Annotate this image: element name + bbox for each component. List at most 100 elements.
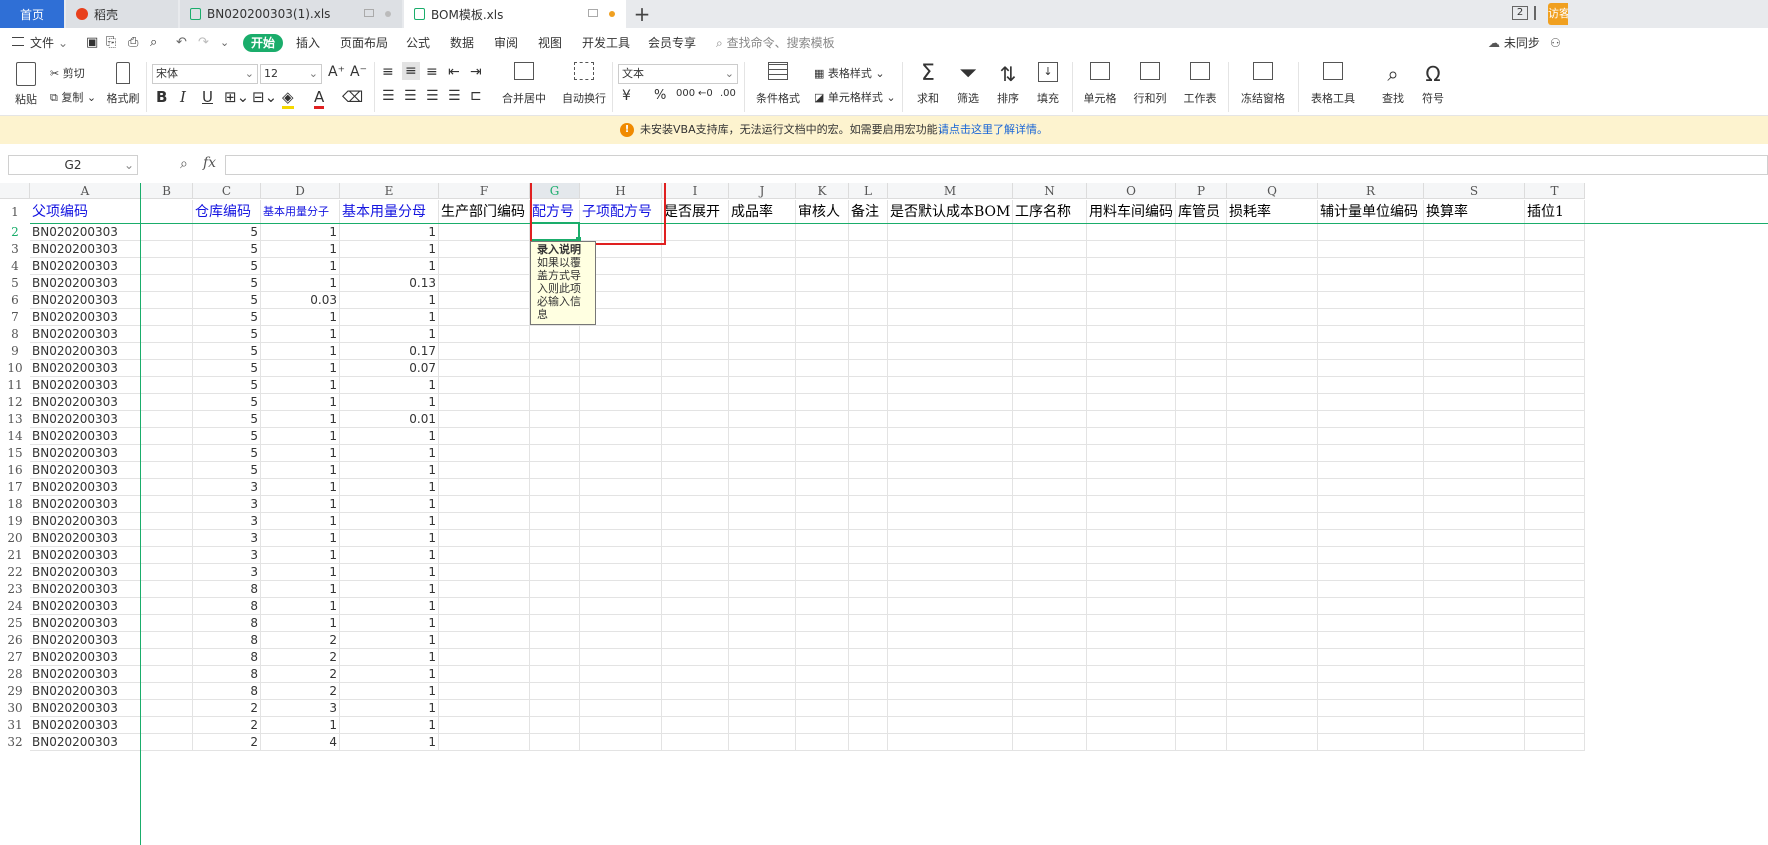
empty-cell[interactable] bbox=[1318, 479, 1424, 496]
empty-cell[interactable] bbox=[1087, 581, 1176, 598]
empty-cell[interactable] bbox=[1176, 683, 1227, 700]
empty-cell[interactable] bbox=[1318, 275, 1424, 292]
empty-cell[interactable] bbox=[849, 326, 888, 343]
empty-cell[interactable] bbox=[796, 700, 849, 717]
empty-cell[interactable] bbox=[729, 666, 796, 683]
empty-cell[interactable] bbox=[796, 598, 849, 615]
empty-cell[interactable] bbox=[1424, 564, 1525, 581]
empty-cell[interactable] bbox=[141, 598, 193, 615]
increase-font-icon[interactable]: A⁺ bbox=[328, 64, 345, 80]
empty-cell[interactable] bbox=[1227, 547, 1318, 564]
empty-cell[interactable] bbox=[849, 258, 888, 275]
name-box[interactable]: G2 ⌄ bbox=[8, 155, 138, 175]
empty-cell[interactable] bbox=[530, 649, 580, 666]
empty-cell[interactable] bbox=[1424, 224, 1525, 241]
empty-cell[interactable] bbox=[662, 632, 729, 649]
cell-c[interactable]: 5 bbox=[193, 394, 261, 411]
sync-status[interactable]: ☁ 未同步 bbox=[1488, 28, 1540, 58]
empty-cell[interactable] bbox=[849, 411, 888, 428]
empty-cell[interactable] bbox=[1176, 700, 1227, 717]
empty-cell[interactable] bbox=[796, 632, 849, 649]
empty-cell[interactable] bbox=[849, 530, 888, 547]
column-header-i[interactable]: I bbox=[662, 183, 729, 199]
empty-cell[interactable] bbox=[888, 326, 1013, 343]
column-header-f[interactable]: F bbox=[439, 183, 530, 199]
row-header[interactable]: 17 bbox=[0, 479, 30, 496]
empty-cell[interactable] bbox=[662, 530, 729, 547]
empty-cell[interactable] bbox=[1525, 479, 1585, 496]
cell-a[interactable]: BN020200303 bbox=[30, 700, 141, 717]
command-search[interactable]: ⌕ 查找命令、搜索模板 bbox=[716, 28, 835, 58]
empty-cell[interactable] bbox=[1013, 411, 1087, 428]
empty-cell[interactable] bbox=[530, 666, 580, 683]
empty-cell[interactable] bbox=[662, 445, 729, 462]
empty-cell[interactable] bbox=[662, 496, 729, 513]
table-tools-button[interactable]: 表格工具 bbox=[1306, 62, 1360, 106]
empty-cell[interactable] bbox=[888, 258, 1013, 275]
empty-cell[interactable] bbox=[141, 632, 193, 649]
cell-d[interactable]: 2 bbox=[261, 649, 340, 666]
empty-cell[interactable] bbox=[1318, 462, 1424, 479]
empty-cell[interactable] bbox=[1013, 309, 1087, 326]
cell-c[interactable]: 5 bbox=[193, 258, 261, 275]
sidebar-icon[interactable] bbox=[1534, 6, 1546, 20]
empty-cell[interactable] bbox=[1318, 700, 1424, 717]
empty-cell[interactable] bbox=[1525, 241, 1585, 258]
cell-d[interactable]: 1 bbox=[261, 224, 340, 241]
empty-cell[interactable] bbox=[1176, 513, 1227, 530]
empty-cell[interactable] bbox=[1176, 377, 1227, 394]
column-header-r[interactable]: R bbox=[1318, 183, 1424, 199]
empty-cell[interactable] bbox=[729, 377, 796, 394]
cell-a[interactable]: BN020200303 bbox=[30, 513, 141, 530]
cell-a[interactable]: BN020200303 bbox=[30, 377, 141, 394]
empty-cell[interactable] bbox=[1013, 734, 1087, 751]
header-cell-o[interactable]: 用料车间编码 bbox=[1087, 200, 1176, 224]
cell-c[interactable]: 5 bbox=[193, 462, 261, 479]
column-header-j[interactable]: J bbox=[729, 183, 796, 199]
align-top-icon[interactable]: ≡ bbox=[382, 64, 394, 80]
empty-cell[interactable] bbox=[1318, 581, 1424, 598]
empty-cell[interactable] bbox=[662, 683, 729, 700]
empty-cell[interactable] bbox=[729, 683, 796, 700]
cell-e[interactable]: 1 bbox=[340, 564, 439, 581]
cell-a[interactable]: BN020200303 bbox=[30, 734, 141, 751]
cell-a[interactable]: BN020200303 bbox=[30, 666, 141, 683]
empty-cell[interactable] bbox=[1227, 581, 1318, 598]
empty-cell[interactable] bbox=[729, 564, 796, 581]
empty-cell[interactable] bbox=[1013, 564, 1087, 581]
empty-cell[interactable] bbox=[1227, 394, 1318, 411]
menu-tab-page-layout[interactable]: 页面布局 bbox=[340, 28, 388, 58]
empty-cell[interactable] bbox=[1424, 717, 1525, 734]
empty-cell[interactable] bbox=[1227, 343, 1318, 360]
empty-cell[interactable] bbox=[1013, 700, 1087, 717]
empty-cell[interactable] bbox=[662, 513, 729, 530]
empty-cell[interactable] bbox=[1176, 224, 1227, 241]
empty-cell[interactable] bbox=[1227, 309, 1318, 326]
empty-cell[interactable] bbox=[141, 326, 193, 343]
empty-cell[interactable] bbox=[141, 496, 193, 513]
empty-cell[interactable] bbox=[580, 411, 662, 428]
empty-cell[interactable] bbox=[439, 445, 530, 462]
empty-cell[interactable] bbox=[530, 326, 580, 343]
column-header-a[interactable]: A bbox=[30, 183, 141, 199]
cell-a[interactable]: BN020200303 bbox=[30, 445, 141, 462]
menu-tab-formula[interactable]: 公式 bbox=[406, 28, 430, 58]
empty-cell[interactable] bbox=[530, 496, 580, 513]
empty-cell[interactable] bbox=[849, 581, 888, 598]
empty-cell[interactable] bbox=[530, 734, 580, 751]
worksheet-button[interactable]: 工作表 bbox=[1180, 62, 1220, 106]
empty-cell[interactable] bbox=[1176, 666, 1227, 683]
empty-cell[interactable] bbox=[796, 360, 849, 377]
cell-c[interactable]: 3 bbox=[193, 513, 261, 530]
empty-cell[interactable] bbox=[1525, 394, 1585, 411]
empty-cell[interactable] bbox=[1227, 258, 1318, 275]
empty-cell[interactable] bbox=[1087, 241, 1176, 258]
empty-cell[interactable] bbox=[1013, 666, 1087, 683]
empty-cell[interactable] bbox=[1087, 530, 1176, 547]
empty-cell[interactable] bbox=[849, 275, 888, 292]
empty-cell[interactable] bbox=[1525, 666, 1585, 683]
row-header[interactable]: 2 bbox=[0, 224, 30, 241]
empty-cell[interactable] bbox=[888, 598, 1013, 615]
empty-cell[interactable] bbox=[1013, 445, 1087, 462]
row-header[interactable]: 6 bbox=[0, 292, 30, 309]
